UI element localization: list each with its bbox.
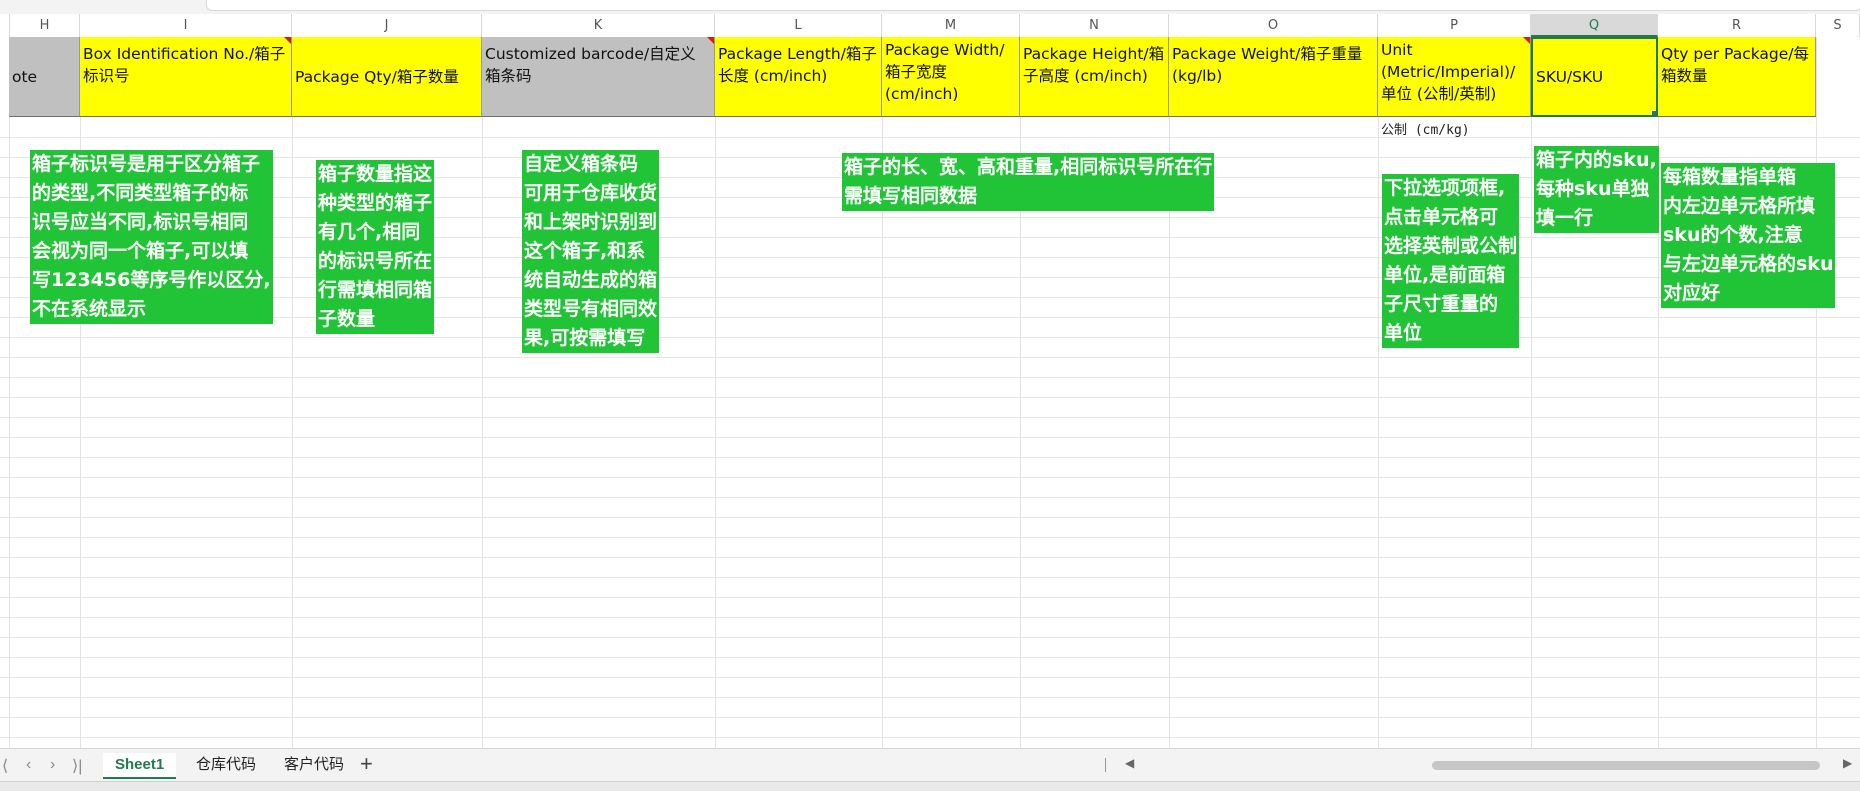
column-header-s[interactable]: S <box>1816 14 1860 37</box>
note-sku: 箱子内的sku, 每种sku单独 填一行 <box>1534 146 1659 233</box>
column-header-o[interactable]: O <box>1169 14 1378 37</box>
first-sheet-icon[interactable]: ⟨ <box>2 756 8 776</box>
column-header-h[interactable]: H <box>10 14 80 37</box>
column-header-j[interactable]: J <box>292 14 482 37</box>
note-package-qty: 箱子数量指这 种类型的箱子 有几个,相同 的标识号所在 行需填相同箱 子数量 <box>316 160 435 334</box>
header-cell-unit[interactable]: Unit (Metric/Imperial)/单位 (公制/英制) <box>1378 37 1531 117</box>
header-cell-sku[interactable]: SKU/SKU <box>1531 37 1658 117</box>
cell-grid[interactable] <box>0 37 1860 748</box>
comment-marker-icon <box>1523 37 1530 44</box>
sheet-tab-bar: ⟨ ‹ › ⟩| Sheet1 仓库代码 客户代码 + ◀ ▶ <box>0 748 1860 781</box>
horizontal-scrollbar-thumb[interactable] <box>1432 761 1820 770</box>
column-header-k[interactable]: K <box>482 14 715 37</box>
unit-value-cell[interactable]: 公制 (cm/kg) <box>1381 119 1470 138</box>
note-qty-per-package: 每箱数量指单箱 内左边单元格所填 sku的个数,注意 与左边单元格的sku 对应… <box>1661 163 1836 308</box>
column-header-i[interactable]: I <box>80 14 292 37</box>
last-sheet-icon[interactable]: ⟩| <box>72 756 82 776</box>
column-header-p[interactable]: P <box>1378 14 1531 37</box>
note-box-id: 箱子标识号是用于区分箱子 的类型,不同类型箱子的标 识号应当不同,标识号相同 会… <box>30 150 273 324</box>
scroll-left-icon[interactable]: ◀ <box>1125 756 1134 770</box>
fill-handle[interactable] <box>1651 110 1656 115</box>
column-header-m[interactable]: M <box>882 14 1020 37</box>
note-dimensions: 箱子的长、宽、高和重量,相同标识号所在行 需填写相同数据 <box>842 153 1215 211</box>
add-sheet-icon[interactable]: + <box>360 751 373 777</box>
next-sheet-icon[interactable]: › <box>50 756 55 774</box>
header-cell-box-id[interactable]: Box Identification No./箱子标识号 <box>80 37 292 117</box>
column-header-r[interactable]: R <box>1658 14 1816 37</box>
sheet-tab-warehouse-code[interactable]: 仓库代码 <box>184 753 268 777</box>
sheet-tab-customer-code[interactable]: 客户代码 <box>272 753 356 777</box>
header-box-id-label: Box Identification No./箱子标识号 <box>83 45 286 85</box>
header-cell-package-qty[interactable]: Package Qty/箱子数量 <box>292 37 482 117</box>
header-cell-note[interactable]: ote <box>9 37 80 117</box>
column-header-q[interactable]: Q <box>1531 14 1658 37</box>
header-sku-label: SKU/SKU <box>1536 68 1604 86</box>
header-cell-barcode[interactable]: Customized barcode/自定义箱条码 <box>482 37 715 117</box>
header-unit-label: Unit (Metric/Imperial)/单位 (公制/英制) <box>1381 41 1516 103</box>
title-strip <box>0 0 1860 14</box>
prev-sheet-icon[interactable]: ‹ <box>26 756 31 774</box>
note-barcode: 自定义箱条码 可用于仓库收货 和上架时识别到 这个箱子,和系 统自动生成的箱 类… <box>522 150 660 353</box>
header-cell-height[interactable]: Package Height/箱子高度 (cm/inch) <box>1020 37 1169 117</box>
column-header-g[interactable] <box>0 14 10 37</box>
header-cell-length[interactable]: Package Length/箱子长度 (cm/inch) <box>715 37 882 117</box>
comment-marker-icon <box>284 37 291 44</box>
header-cell-width[interactable]: Package Width/箱子宽度 (cm/inch) <box>882 37 1020 117</box>
document-tab[interactable] <box>206 0 1860 11</box>
header-cell-qty-per-package[interactable]: Qty per Package/每箱数量 <box>1658 37 1816 117</box>
scroll-right-icon[interactable]: ▶ <box>1843 756 1852 770</box>
header-cell-weight[interactable]: Package Weight/箱子重量 (kg/lb) <box>1169 37 1378 117</box>
header-barcode-label: Customized barcode/自定义箱条码 <box>485 45 696 85</box>
sheet-tab-sheet1[interactable]: Sheet1 <box>103 753 177 779</box>
tab-splitter[interactable] <box>1105 758 1106 772</box>
note-unit: 下拉选项项框, 点击单元格可 选择英制或公制 单位,是前面箱 子尺寸重量的 单位 <box>1382 174 1520 348</box>
column-header-l[interactable]: L <box>715 14 882 37</box>
comment-marker-icon <box>707 37 714 44</box>
column-header-n[interactable]: N <box>1020 14 1169 37</box>
